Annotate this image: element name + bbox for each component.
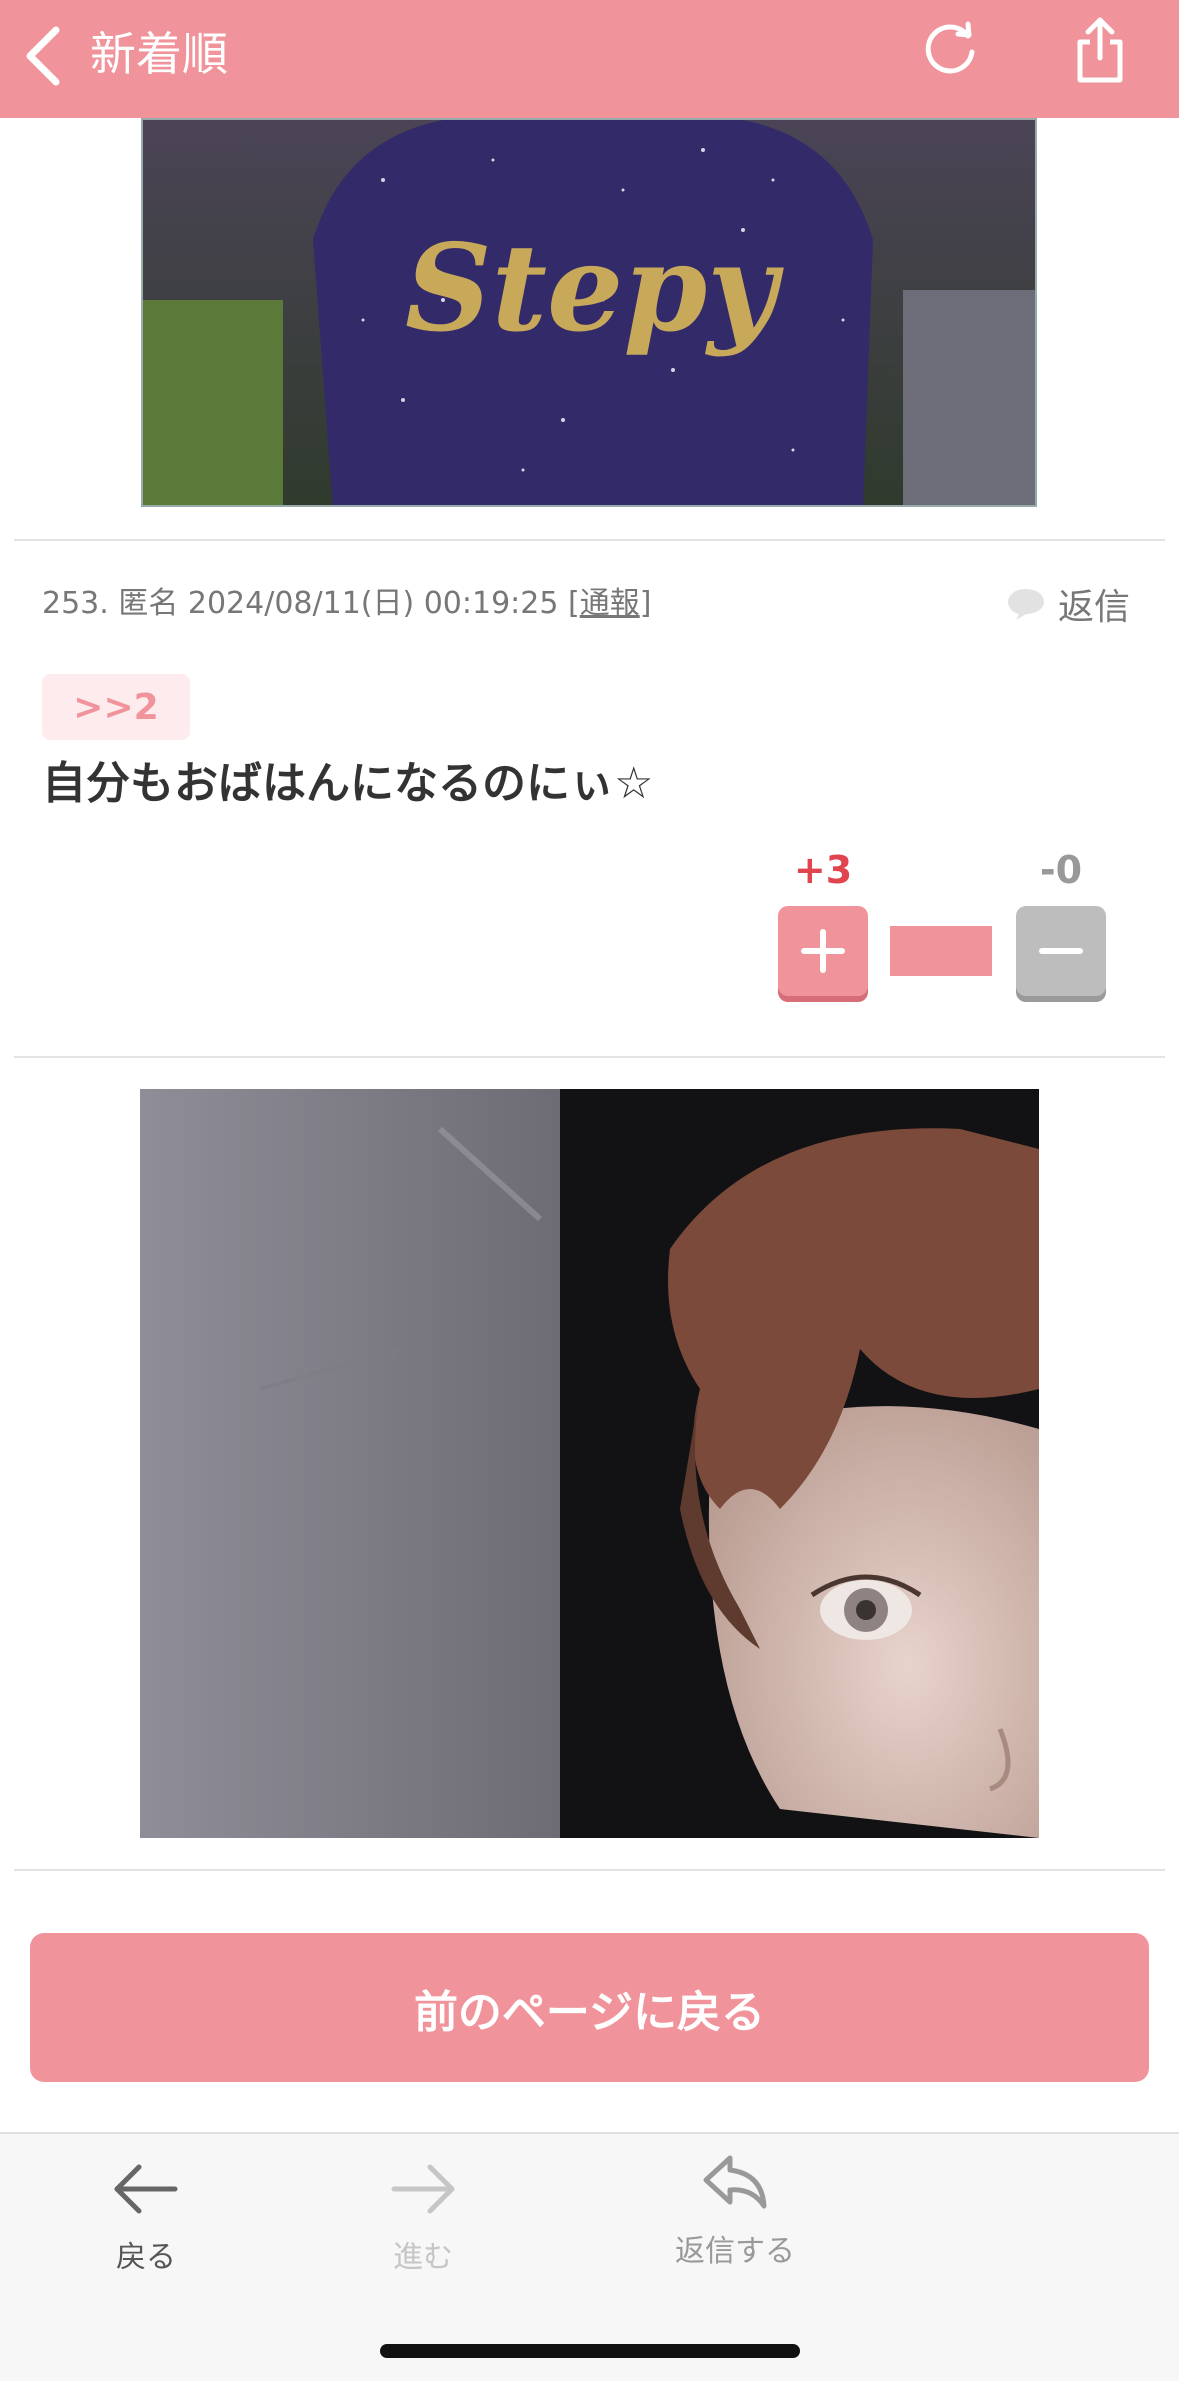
plus-vote-count: +3 [793,848,853,892]
page-title: 新着順 [90,27,228,81]
toolbar-forward-button[interactable]: 進む [323,2154,523,2276]
plus-vote-button[interactable] [778,906,868,996]
toolbar-reply-button[interactable]: 返信する [635,2148,835,2270]
arrow-left-icon [114,2164,178,2214]
comment-meta: 253. 匿名 2024/08/11(日) 00:19:25 [通報] [42,586,652,621]
minus-icon [1039,948,1083,954]
share-icon[interactable] [1066,14,1134,86]
divider [14,1056,1165,1058]
toolbar-forward-label: 進む [393,2240,453,2275]
home-indicator [380,2344,800,2358]
reply-button[interactable]: 返信 [1006,580,1130,628]
toolbar-back-label: 戻る [116,2240,176,2275]
reply-arrow-icon [703,2155,767,2209]
jacket-logo-text: Stepy [405,218,784,359]
reply-label: 返信 [1058,587,1131,628]
minus-vote-button[interactable] [1016,906,1106,996]
comment-text: 自分もおばはんになるのにぃ☆ [42,758,654,809]
vote-ratio-fill [890,926,992,976]
plus-icon [801,929,845,973]
toolbar-reply-label: 返信する [675,2234,795,2269]
vote-ratio-bar [890,926,992,976]
top-bar: 新着順 [0,0,1179,118]
speech-bubble-icon [1008,589,1044,620]
previous-page-button[interactable]: 前のページに戻る [30,1933,1149,2082]
bottom-toolbar: 戻る 進む 返信する [0,2132,1179,2381]
divider [14,539,1165,541]
minus-vote-count: -0 [1039,848,1083,892]
anchor-link[interactable]: >>2 [42,674,190,740]
toolbar-back-button[interactable]: 戻る [46,2154,246,2276]
chevron-left-icon[interactable] [22,24,66,88]
refresh-icon[interactable] [918,18,982,82]
post-image-face[interactable] [140,1089,1039,1838]
post-image-jacket[interactable]: Stepy [141,118,1037,507]
report-link[interactable]: 通報 [580,586,640,621]
divider [14,1869,1165,1871]
arrow-right-icon [391,2164,455,2214]
